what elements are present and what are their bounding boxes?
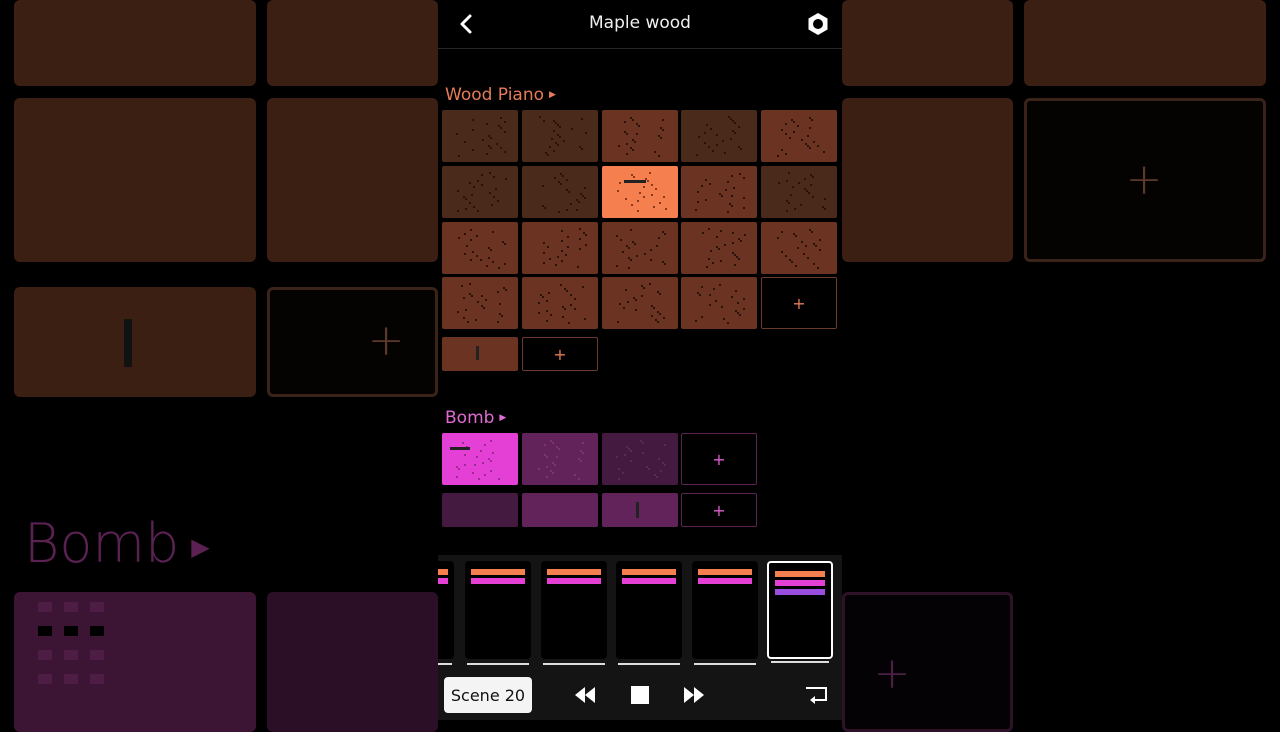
clip[interactable] bbox=[602, 222, 678, 274]
bg-add-slot bbox=[267, 287, 438, 397]
clip[interactable] bbox=[522, 166, 598, 218]
add-clip-button[interactable]: + bbox=[681, 433, 757, 485]
automation-clip[interactable] bbox=[442, 337, 518, 371]
add-clip-button[interactable]: + bbox=[761, 277, 837, 329]
bg-clip bbox=[14, 287, 256, 397]
clip[interactable] bbox=[761, 222, 837, 274]
bg-add-slot bbox=[842, 592, 1013, 732]
clip-playing[interactable] bbox=[602, 166, 678, 218]
bg-plus: + bbox=[873, 648, 911, 699]
bg-clip bbox=[14, 592, 256, 732]
stop-icon[interactable] bbox=[628, 683, 652, 707]
bg-clip bbox=[842, 0, 1013, 86]
scene[interactable] bbox=[438, 561, 454, 665]
bg-bomb-title: Bomb ▶ bbox=[24, 512, 210, 575]
clip[interactable] bbox=[602, 110, 678, 162]
clip-playing[interactable] bbox=[442, 433, 518, 485]
bg-clip bbox=[267, 0, 438, 86]
clip[interactable] bbox=[442, 166, 518, 218]
clip[interactable] bbox=[442, 222, 518, 274]
rewind-icon[interactable] bbox=[573, 683, 597, 707]
page-title: Maple wood bbox=[589, 13, 691, 33]
scene-selected[interactable] bbox=[767, 561, 833, 663]
add-automation-button[interactable]: + bbox=[522, 337, 598, 371]
scene-strip bbox=[438, 555, 842, 667]
clip[interactable] bbox=[681, 166, 757, 218]
bg-clip bbox=[267, 98, 438, 262]
clip[interactable] bbox=[522, 222, 598, 274]
transport-bar: Scene 20 bbox=[438, 667, 842, 720]
clip[interactable] bbox=[442, 277, 518, 329]
bg-clip bbox=[1024, 0, 1266, 86]
clip[interactable] bbox=[522, 277, 598, 329]
bg-clip bbox=[267, 592, 438, 732]
top-bar: Maple wood bbox=[438, 0, 842, 49]
app-screen: Maple wood Wood Piano ▶ Bomb ▶ Scene 20 + +… bbox=[438, 0, 842, 720]
automation-clip[interactable] bbox=[442, 493, 518, 527]
clip[interactable] bbox=[681, 110, 757, 162]
add-automation-button[interactable]: + bbox=[681, 493, 757, 527]
clip[interactable] bbox=[602, 433, 678, 485]
bg-plus: + bbox=[1125, 154, 1163, 205]
automation-clip[interactable] bbox=[602, 493, 678, 527]
clip[interactable] bbox=[442, 110, 518, 162]
clip[interactable] bbox=[681, 277, 757, 329]
clip[interactable] bbox=[681, 222, 757, 274]
bg-clip bbox=[14, 98, 256, 262]
scene[interactable] bbox=[465, 561, 531, 665]
scene[interactable] bbox=[541, 561, 607, 665]
scene-button[interactable]: Scene 20 bbox=[444, 677, 532, 713]
fast-forward-icon[interactable] bbox=[682, 683, 706, 707]
track-title-wood-piano[interactable]: Wood Piano ▶ bbox=[445, 85, 556, 105]
bg-clip bbox=[14, 0, 256, 86]
clip[interactable] bbox=[522, 433, 598, 485]
clip[interactable] bbox=[522, 110, 598, 162]
clip[interactable] bbox=[761, 166, 837, 218]
clip[interactable] bbox=[761, 110, 837, 162]
scene[interactable] bbox=[616, 561, 682, 665]
return-icon[interactable] bbox=[804, 683, 828, 707]
scene[interactable] bbox=[692, 561, 758, 665]
track-title-bomb[interactable]: Bomb ▶ bbox=[445, 408, 506, 428]
gear-icon[interactable] bbox=[806, 12, 830, 36]
automation-clip[interactable] bbox=[522, 493, 598, 527]
bg-clip bbox=[842, 98, 1013, 262]
clip[interactable] bbox=[602, 277, 678, 329]
bg-plus: + bbox=[367, 315, 405, 366]
